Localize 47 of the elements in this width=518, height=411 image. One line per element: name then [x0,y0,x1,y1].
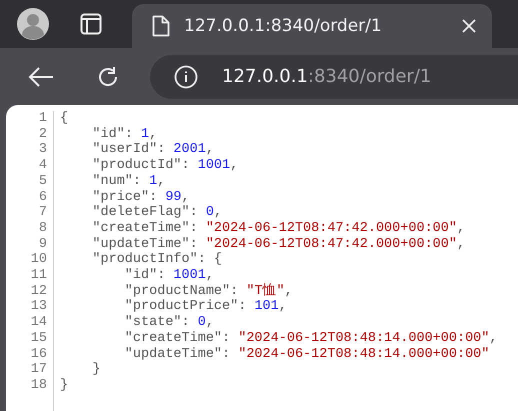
line-number: 12 [30,284,47,300]
tab-title: 127.0.0.1:8340/order/1 [184,16,383,36]
code-line: "state": 0, [124,315,215,331]
code-line: "productPrice": 101, [124,299,288,315]
reload-icon[interactable] [96,64,120,88]
code-line: "productInfo": { [91,252,224,268]
line-number: 10 [30,252,47,268]
code-line: "productId": 1001, [91,158,240,174]
sidebar-icon[interactable] [80,13,102,35]
info-icon[interactable] [174,64,198,88]
line-number: 18 [30,378,47,394]
line-number: 7 [38,205,47,221]
line-number: 9 [38,236,47,252]
line-number: 5 [38,174,47,190]
url-text: 127.0.0.1:8340/order/1 [222,66,432,87]
address-bar[interactable]: 127.0.0.1:8340/order/1 [150,54,518,98]
back-icon[interactable] [28,66,54,86]
line-number: 2 [38,126,47,142]
code-line: } [91,362,102,378]
code-line: "deleteFlag": 0, [91,205,224,221]
code-line: "userId": 2001, [91,142,215,158]
code-line: "createTime": "2024-06-12T08:47:42.000+00:00", [91,220,466,237]
line-number: 1 [38,111,47,127]
code-line: "price": 99, [91,190,191,205]
code-line: "id": 1001, [124,268,215,284]
browser-tab[interactable]: 127.0.0.1:8340/order/1 [132,4,492,48]
code-line: "num": 1, [91,174,166,190]
code-line: "createTime": "2024-06-12T08:48:14.000+00:00", [124,330,498,347]
line-number: 16 [30,346,47,362]
code-line: } [60,378,70,394]
code-line: "updateTime": "2024-06-12T08:48:14.000+00:00" [124,346,490,362]
line-number: 17 [30,362,47,378]
line-number: 4 [38,158,47,174]
code-line: "updateTime": "2024-06-12T08:47:42.000+00:00", [91,236,466,252]
line-number: 8 [38,220,47,237]
line-number: 3 [38,142,47,158]
line-number: 11 [30,268,47,284]
line-number: 13 [30,299,47,316]
line-number: 14 [30,315,47,331]
page-icon [152,15,170,37]
code-line: { [60,111,70,127]
line-number: 15 [30,330,47,347]
avatar-icon[interactable] [17,8,49,40]
line-number: 6 [38,190,47,206]
close-icon[interactable] [462,19,476,33]
code-line: "id": 1, [91,126,158,142]
code-line: "productName": "T恤", [124,284,294,299]
